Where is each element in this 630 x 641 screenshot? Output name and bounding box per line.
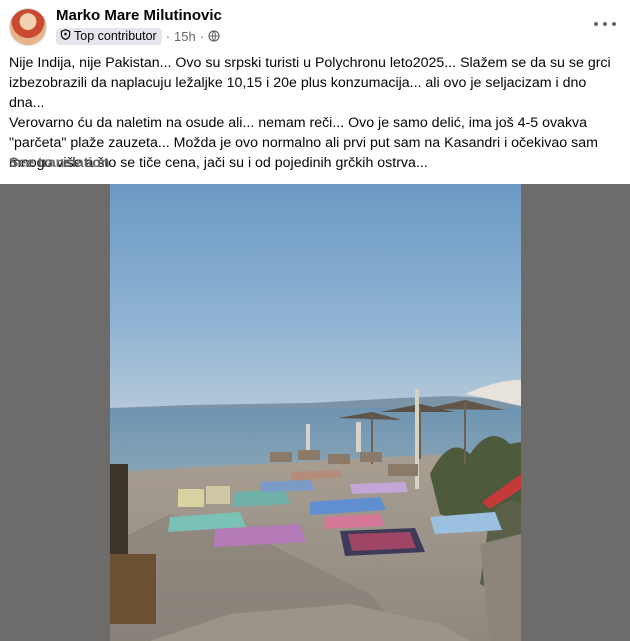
author-name[interactable]: Marko Mare Milutinovic <box>56 7 222 24</box>
post-meta: Top contributor · 15h · <box>56 27 220 45</box>
meta-separator: · <box>165 28 171 44</box>
beach-photo[interactable] <box>110 184 521 641</box>
see-translation-link[interactable]: See translation <box>9 154 109 170</box>
more-options-icon[interactable] <box>594 16 616 32</box>
post-time[interactable]: 15h <box>174 29 196 44</box>
feed-post: Marko Mare Milutinovic Top contributor ·… <box>0 0 630 641</box>
contributor-shield-icon <box>60 29 71 43</box>
top-contributor-badge[interactable]: Top contributor <box>56 27 162 45</box>
meta-separator: · <box>199 28 205 44</box>
globe-icon[interactable] <box>208 30 220 42</box>
author-avatar[interactable] <box>9 8 47 46</box>
post-media[interactable] <box>0 184 630 641</box>
post-header: Marko Mare Milutinovic Top contributor ·… <box>0 0 630 50</box>
badge-label: Top contributor <box>74 29 157 43</box>
